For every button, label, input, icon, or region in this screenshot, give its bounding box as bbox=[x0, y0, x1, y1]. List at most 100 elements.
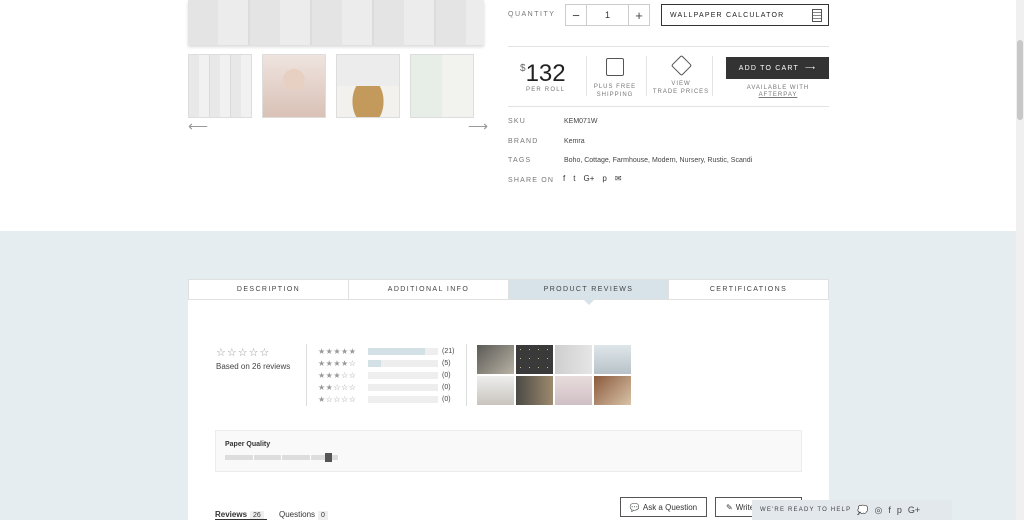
based-on-text: Based on 26 reviews bbox=[216, 362, 291, 371]
sku-label: SKU bbox=[508, 118, 526, 125]
thumbnail-strip bbox=[188, 54, 474, 118]
rating-row-3[interactable]: ★★★☆☆ (0) bbox=[318, 370, 451, 380]
rating-stars: ★★☆☆☆ bbox=[318, 382, 357, 392]
arrow-right-icon: ⟶ bbox=[805, 65, 817, 72]
rating-stars: ★★★★★ bbox=[318, 346, 357, 356]
thumbnail-1[interactable] bbox=[188, 54, 252, 118]
average-rating-stars: ☆☆☆☆☆ bbox=[216, 347, 271, 359]
facebook-icon[interactable]: f bbox=[563, 174, 565, 183]
trade-line1: VIEW bbox=[671, 81, 691, 87]
trade-prices-feature[interactable]: VIEW TRADE PRICES bbox=[651, 54, 711, 96]
chat-bubble-icon[interactable]: 💭 bbox=[857, 505, 868, 516]
thumbnail-3[interactable] bbox=[336, 54, 400, 118]
gallery-prev-arrow[interactable]: ⟵ bbox=[188, 118, 208, 135]
review-photos bbox=[477, 345, 631, 405]
sku-value: KEM071W bbox=[564, 118, 598, 125]
add-to-cart-button[interactable]: ADD TO CART ⟶ bbox=[726, 57, 829, 79]
tab-additional-info[interactable]: ADDITIONAL INFO bbox=[349, 280, 509, 299]
paper-quality-marker bbox=[324, 453, 332, 462]
facebook-icon[interactable]: f bbox=[888, 505, 891, 515]
divider bbox=[306, 344, 307, 406]
review-photo[interactable] bbox=[555, 376, 592, 405]
free-shipping-line1: PLUS FREE bbox=[593, 84, 637, 90]
paper-quality-label: Paper Quality bbox=[225, 441, 271, 448]
afterpay-link[interactable]: AFTERPAY bbox=[759, 92, 798, 98]
scrollbar-thumb[interactable] bbox=[1017, 40, 1023, 120]
free-shipping-line2: SHIPPING bbox=[596, 92, 634, 98]
wallpaper-calculator-button[interactable]: WALLPAPER CALCULATOR bbox=[661, 4, 829, 26]
tab-product-reviews[interactable]: PRODUCT REVIEWS bbox=[509, 280, 669, 305]
brand-label: BRAND bbox=[508, 138, 539, 145]
rating-count: (0) bbox=[442, 395, 451, 403]
questions-count-badge: 0 bbox=[318, 511, 328, 520]
help-bar[interactable]: WE'RE READY TO HELP 💭 ◎ f p G+ bbox=[752, 500, 952, 520]
rating-stars: ★★★★☆ bbox=[318, 358, 357, 368]
email-icon[interactable]: ✉ bbox=[615, 174, 622, 183]
free-shipping-feature: PLUS FREE SHIPPING bbox=[585, 58, 645, 99]
review-photo[interactable] bbox=[516, 376, 553, 405]
questions-tab[interactable]: Questions 0 bbox=[279, 510, 328, 520]
review-photo[interactable] bbox=[477, 345, 514, 374]
divider bbox=[508, 106, 829, 107]
questions-tab-label: Questions bbox=[279, 510, 316, 519]
price: $ 132 bbox=[520, 60, 566, 88]
google-plus-icon[interactable]: G+ bbox=[908, 505, 920, 515]
rating-row-5[interactable]: ★★★★★ (21) bbox=[318, 346, 454, 356]
thumbnail-4[interactable] bbox=[410, 54, 474, 118]
pinterest-icon[interactable]: p bbox=[897, 505, 902, 515]
rating-count: (0) bbox=[442, 383, 451, 391]
ask-question-label: Ask a Question bbox=[642, 502, 698, 512]
rating-row-2[interactable]: ★★☆☆☆ (0) bbox=[318, 382, 451, 392]
review-photo[interactable] bbox=[555, 345, 592, 374]
tags-links[interactable]: Boho, Cottage, Farmhouse, Modern, Nurser… bbox=[564, 157, 752, 164]
gallery-next-arrow[interactable]: ⟶ bbox=[468, 118, 488, 135]
tab-description[interactable]: DESCRIPTION bbox=[189, 280, 349, 299]
tag-icon bbox=[670, 54, 692, 77]
per-roll-label: PER ROLL bbox=[526, 87, 566, 93]
thumbnail-2[interactable] bbox=[262, 54, 326, 118]
brand-link[interactable]: Kemra bbox=[564, 138, 585, 145]
paper-quality-scale bbox=[225, 455, 339, 460]
add-to-cart-label: ADD TO CART bbox=[738, 64, 799, 72]
quantity-input[interactable]: 1 bbox=[586, 5, 629, 25]
divider bbox=[466, 344, 467, 406]
rating-bar bbox=[368, 395, 438, 403]
quantity-plus-button[interactable]: + bbox=[629, 5, 649, 25]
review-photo[interactable] bbox=[594, 345, 631, 374]
pinterest-icon[interactable]: p bbox=[602, 174, 606, 183]
rating-bar-fill bbox=[368, 359, 382, 367]
chat-icon: 💬 bbox=[629, 502, 640, 512]
paper-quality-box: Paper Quality bbox=[215, 430, 802, 472]
review-photo[interactable] bbox=[594, 376, 631, 405]
rating-row-1[interactable]: ★☆☆☆☆ (0) bbox=[318, 394, 451, 404]
box-icon bbox=[606, 58, 624, 76]
trade-line2: TRADE PRICES bbox=[652, 89, 710, 95]
reviews-tab-label: Reviews bbox=[215, 510, 248, 519]
divider bbox=[712, 56, 713, 96]
quantity-minus-button[interactable]: − bbox=[566, 5, 586, 25]
divider bbox=[646, 56, 647, 96]
instagram-icon[interactable]: ◎ bbox=[875, 505, 883, 516]
rating-stars: ★★★☆☆ bbox=[318, 370, 357, 380]
rating-bar bbox=[368, 347, 438, 355]
rating-count: (21) bbox=[442, 347, 455, 355]
afterpay-line1: AVAILABLE WITH bbox=[746, 85, 810, 91]
page-scrollbar[interactable] bbox=[1016, 0, 1024, 520]
google-plus-icon[interactable]: G+ bbox=[583, 174, 594, 183]
wallpaper-calculator-label: WALLPAPER CALCULATOR bbox=[670, 11, 785, 19]
rating-stars: ★☆☆☆☆ bbox=[318, 394, 357, 404]
tab-certifications[interactable]: CERTIFICATIONS bbox=[669, 280, 828, 299]
afterpay-note[interactable]: AVAILABLE WITH AFTERPAY bbox=[733, 85, 823, 99]
tags-label: TAGS bbox=[508, 157, 532, 164]
calculator-icon bbox=[812, 8, 822, 22]
price-value: 132 bbox=[525, 60, 566, 87]
main-product-image[interactable] bbox=[188, 0, 484, 45]
ask-question-button[interactable]: 💬 Ask a Question bbox=[620, 497, 707, 517]
rating-row-4[interactable]: ★★★★☆ (5) bbox=[318, 358, 451, 368]
rating-bar bbox=[368, 359, 438, 367]
share-label: SHARE ON bbox=[508, 177, 555, 184]
review-photo[interactable] bbox=[477, 376, 514, 405]
review-photo[interactable] bbox=[516, 345, 553, 374]
twitter-icon[interactable]: t bbox=[573, 174, 575, 183]
help-bar-text: WE'RE READY TO HELP bbox=[760, 507, 852, 513]
